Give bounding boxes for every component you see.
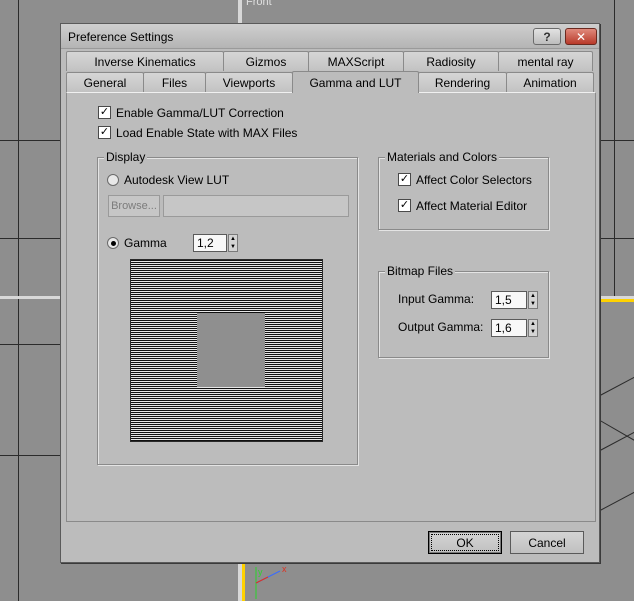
affect-color-selectors-checkbox[interactable]: ✓ [398, 173, 411, 186]
svg-text:y: y [258, 567, 263, 577]
title-bar[interactable]: Preference Settings ? ✕ [61, 24, 599, 49]
viewport-separator [0, 296, 60, 299]
enable-gamma-label: Enable Gamma/LUT Correction [116, 106, 284, 120]
spinner-down-icon[interactable]: ▼ [529, 300, 537, 308]
browse-button[interactable]: Browse... [108, 195, 160, 217]
grid-line [599, 420, 634, 441]
dialog-title: Preference Settings [68, 30, 174, 44]
input-gamma-spinner-arrows[interactable]: ▲ ▼ [528, 291, 538, 309]
check-icon: ✓ [99, 126, 110, 138]
tab-maxscript[interactable]: MAXScript [308, 51, 404, 71]
close-button[interactable]: ✕ [565, 28, 597, 45]
tab-gamma-and-lut[interactable]: Gamma and LUT [292, 71, 419, 93]
grid-line [599, 491, 634, 511]
input-gamma-value[interactable]: 1,5 [491, 291, 527, 309]
bitmap-files-group-title: Bitmap Files [385, 264, 456, 278]
svg-text:x: x [282, 564, 287, 574]
gamma-reference-square [197, 313, 265, 387]
input-gamma-label: Input Gamma: [398, 292, 475, 306]
output-gamma-spinner-arrows[interactable]: ▲ ▼ [528, 319, 538, 337]
check-icon: ✓ [399, 173, 410, 185]
gamma-test-pattern [130, 259, 323, 442]
close-icon: ✕ [575, 29, 587, 44]
gamma-spinner[interactable]: 1,2 ▲ ▼ [193, 234, 238, 252]
autodesk-view-lut-label: Autodesk View LUT [124, 173, 230, 187]
grid-line [614, 0, 615, 300]
grid-line [0, 140, 60, 141]
grid-line [0, 238, 60, 239]
grid-line [0, 344, 60, 345]
spinner-up-icon[interactable]: ▲ [229, 235, 237, 243]
affect-material-editor-checkbox[interactable]: ✓ [398, 199, 411, 212]
display-group-title: Display [104, 150, 148, 164]
grid-line [18, 0, 19, 601]
output-gamma-value[interactable]: 1,6 [491, 319, 527, 337]
tab-rendering[interactable]: Rendering [418, 72, 507, 92]
spinner-down-icon[interactable]: ▼ [229, 243, 237, 251]
materials-colors-group: Materials and Colors [378, 150, 549, 230]
grid-line [599, 431, 634, 451]
tab-radiosity[interactable]: Radiosity [403, 51, 499, 71]
lut-path-field[interactable] [163, 195, 349, 217]
help-button[interactable]: ? [533, 28, 561, 45]
gamma-value[interactable]: 1,2 [193, 234, 227, 252]
viewport-separator [238, 0, 242, 23]
gamma-label: Gamma [124, 236, 167, 250]
grid-line [0, 455, 60, 456]
viewport-label[interactable]: Front [246, 0, 272, 8]
load-enable-state-checkbox[interactable]: ✓ [98, 126, 111, 139]
tab-row-front: General Files Viewports Gamma and LUT Re… [66, 71, 594, 93]
active-viewport-border [600, 299, 634, 302]
tab-general[interactable]: General [66, 72, 144, 92]
grid-line [600, 238, 634, 239]
load-enable-state-label: Load Enable State with MAX Files [116, 126, 298, 140]
check-icon: ✓ [99, 106, 110, 118]
output-gamma-label: Output Gamma: [398, 320, 484, 334]
tab-gizmos[interactable]: Gizmos [223, 51, 309, 71]
ok-button[interactable]: OK [428, 531, 502, 554]
grid-line [599, 376, 634, 396]
cancel-button[interactable]: Cancel [510, 531, 584, 554]
radio-selected-dot [110, 240, 116, 246]
tab-viewports[interactable]: Viewports [205, 72, 293, 92]
tab-row-back: Inverse Kinematics Gizmos MAXScript Radi… [66, 51, 593, 71]
axis-gizmo-icon: y x [255, 564, 287, 599]
output-gamma-spinner[interactable]: 1,6 ▲ ▼ [491, 319, 538, 337]
affect-material-editor-label: Affect Material Editor [416, 199, 528, 213]
grid-line [600, 140, 634, 141]
enable-gamma-checkbox[interactable]: ✓ [98, 106, 111, 119]
bitmap-files-group: Bitmap Files [378, 264, 549, 358]
input-gamma-spinner[interactable]: 1,5 ▲ ▼ [491, 291, 538, 309]
tab-mental-ray[interactable]: mental ray [498, 51, 593, 71]
spinner-up-icon[interactable]: ▲ [529, 292, 537, 300]
gamma-radio[interactable] [107, 237, 119, 249]
tab-animation[interactable]: Animation [506, 72, 594, 92]
gamma-spinner-arrows[interactable]: ▲ ▼ [228, 234, 238, 252]
active-viewport-border [242, 563, 245, 601]
spinner-up-icon[interactable]: ▲ [529, 320, 537, 328]
spinner-down-icon[interactable]: ▼ [529, 328, 537, 336]
tab-files[interactable]: Files [143, 72, 206, 92]
check-icon: ✓ [399, 199, 410, 211]
tab-inverse-kinematics[interactable]: Inverse Kinematics [66, 51, 224, 71]
autodesk-view-lut-radio[interactable] [107, 174, 119, 186]
affect-color-selectors-label: Affect Color Selectors [416, 173, 532, 187]
materials-colors-group-title: Materials and Colors [385, 150, 500, 164]
